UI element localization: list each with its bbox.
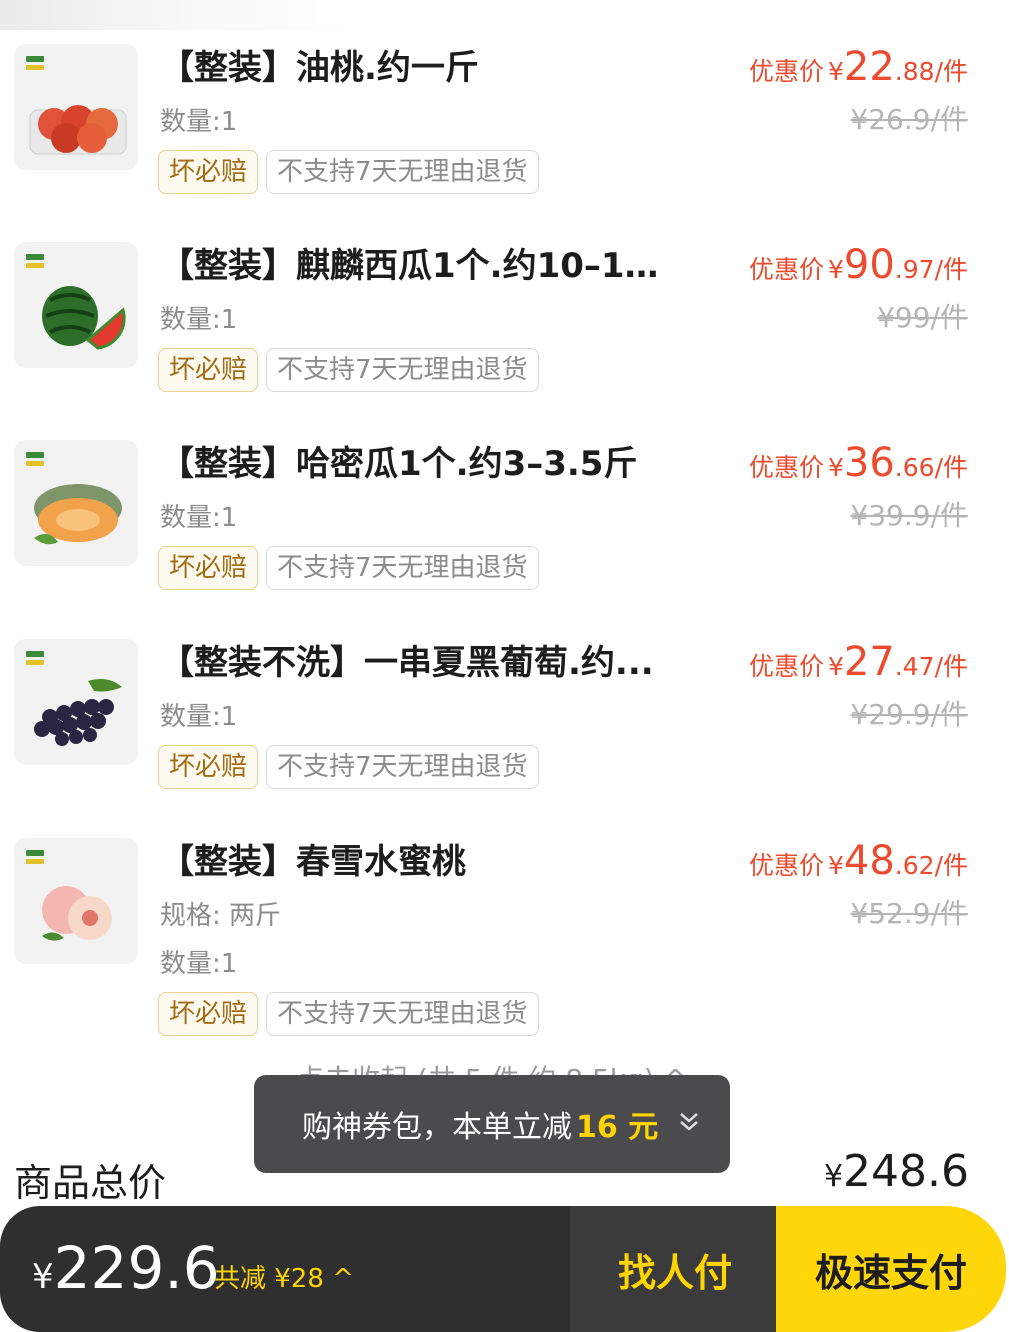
discount-summary-toggle[interactable]: 共减 ¥28 ^ [214,1258,354,1295]
guarantee-tag: 坏必赔 [158,992,259,1036]
item-quantity: 数量:1 [160,305,238,335]
guarantee-tag: 坏必赔 [158,546,259,590]
friend-pay-button[interactable]: 找人付 [570,1206,780,1332]
price-block: 优惠价 ¥90.97/件 ¥99/件 [749,242,968,340]
list-item[interactable]: 【整装不洗】一串夏黑葡萄.约... 数量:1 坏必赔 不支持7天无理由退货 优惠… [0,639,1000,799]
grapes-icon[interactable] [14,639,138,765]
subtotal-label: 商品总价 [14,1161,167,1205]
guarantee-tag: 坏必赔 [158,150,259,194]
no-return-tag: 不支持7天无理由退货 [266,992,539,1036]
no-return-tag: 不支持7天无理由退货 [266,150,539,194]
checkout-bar: ¥229.6 共减 ¥28 ^ 找人付 极速支付 [0,1206,1009,1332]
original-price: ¥26.9/件 [850,103,968,136]
item-quantity: 数量:1 [160,702,238,732]
price-block: 优惠价 ¥48.62/件 ¥52.9/件 [749,838,968,936]
toast-amount: 16 元 [576,1110,659,1145]
currency-symbol: ¥ [827,652,844,681]
guarantee-tag: 坏必赔 [158,348,259,392]
price-integer: 22 [843,44,895,90]
nectarine-icon[interactable] [14,44,138,170]
original-price: ¥39.9/件 [850,499,968,532]
peach-icon[interactable] [14,838,138,964]
item-title[interactable]: 【整装】哈密瓜1个.约3–3.5斤 [160,440,680,488]
price-block: 优惠价 ¥27.47/件 ¥29.9/件 [749,639,968,737]
item-title[interactable]: 【整装】麒麟西瓜1个.约10–11斤 [160,242,680,290]
promo-label: 优惠价 [748,255,824,284]
currency-symbol: ¥ [32,1257,54,1297]
price-unit: /件 [934,255,968,284]
watermelon-icon[interactable] [14,242,138,368]
currency-symbol: ¥ [827,453,844,482]
original-price: ¥52.9/件 [850,897,968,930]
promo-label: 优惠价 [748,851,824,880]
price-unit: /件 [934,57,968,86]
price-block: 优惠价 ¥22.88/件 ¥26.9/件 [749,44,968,142]
price-unit: /件 [934,652,968,681]
price-decimal: .88 [894,57,935,86]
fast-pay-button[interactable]: 极速支付 [776,1206,1006,1332]
price-decimal: .66 [894,453,935,482]
original-price: ¥29.9/件 [850,698,968,731]
double-chevron-down-icon[interactable] [676,1107,702,1142]
no-return-tag: 不支持7天无理由退货 [266,546,539,590]
price-block: 优惠价 ¥36.66/件 ¥39.9/件 [749,440,968,538]
top-decoration [0,0,360,30]
promo-label: 优惠价 [748,57,824,86]
price-integer: 90 [843,242,895,288]
guarantee-tag: 坏必赔 [158,745,259,789]
currency-symbol: ¥ [827,851,844,880]
item-quantity: 数量:1 [160,949,238,979]
price-integer: 36 [843,440,895,486]
price-decimal: .47 [894,652,935,681]
total-panel[interactable]: ¥229.6 共减 ¥28 ^ [0,1206,570,1332]
coupon-toast[interactable]: 购神券包，本单立减 16 元 [254,1075,730,1173]
item-quantity: 数量:1 [160,107,238,137]
hami-melon-icon[interactable] [14,440,138,566]
list-item[interactable]: 【整装】春雪水蜜桃 规格: 两斤 数量:1 坏必赔 不支持7天无理由退货 优惠价… [0,838,1000,1048]
no-return-tag: 不支持7天无理由退货 [266,745,539,789]
price-unit: /件 [934,453,968,482]
price-decimal: .97 [894,255,935,284]
item-quantity: 数量:1 [160,503,238,533]
subtotal-value: ¥248.6 [824,1146,969,1197]
list-item[interactable]: 【整装】哈密瓜1个.约3–3.5斤 数量:1 坏必赔 不支持7天无理由退货 优惠… [0,440,1000,600]
price-integer: 48 [843,838,895,884]
no-return-tag: 不支持7天无理由退货 [266,348,539,392]
currency-symbol: ¥ [827,57,844,86]
subtotal-amount: 248.6 [843,1146,969,1197]
item-title[interactable]: 【整装】春雪水蜜桃 [160,838,680,886]
currency-symbol: ¥ [827,255,844,284]
currency-symbol: ¥ [823,1159,844,1194]
price-integer: 27 [843,639,895,685]
item-title[interactable]: 【整装】油桃.约一斤 [160,44,680,92]
payable-value: 229.6 [53,1234,220,1302]
promo-label: 优惠价 [748,453,824,482]
list-item[interactable]: 【整装】油桃.约一斤 数量:1 坏必赔 不支持7天无理由退货 优惠价 ¥22.88… [0,44,1000,204]
price-unit: /件 [934,851,968,880]
item-spec: 规格: 两斤 [160,901,282,931]
payable-amount: ¥229.6 [32,1234,220,1302]
original-price: ¥99/件 [877,301,968,334]
promo-label: 优惠价 [748,652,824,681]
list-item[interactable]: 【整装】麒麟西瓜1个.约10–11斤 数量:1 坏必赔 不支持7天无理由退货 优… [0,242,1000,402]
toast-text: 购神券包，本单立减 [302,1110,572,1145]
item-title[interactable]: 【整装不洗】一串夏黑葡萄.约... [160,639,680,687]
price-decimal: .62 [894,851,935,880]
